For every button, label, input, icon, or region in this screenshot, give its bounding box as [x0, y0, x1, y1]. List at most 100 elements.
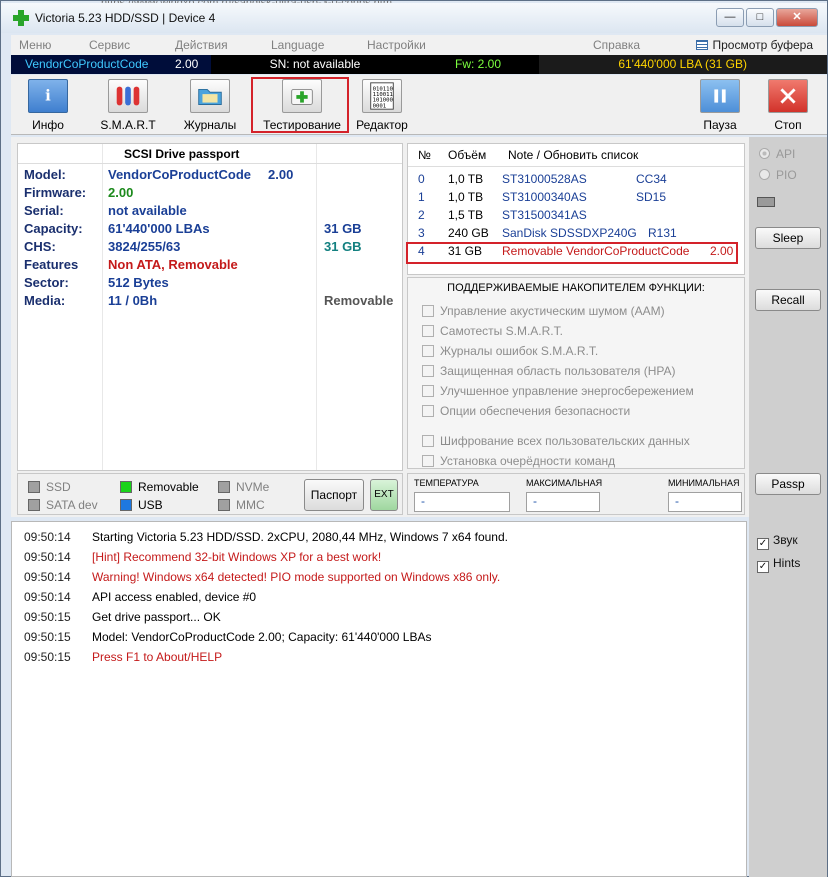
feature-checkbox[interactable]: Шифрование всех пользовательских данных	[422, 434, 690, 448]
feature-checkbox[interactable]: Самотесты S.M.A.R.T.	[422, 324, 563, 338]
checkmark-icon: ✓	[757, 561, 769, 573]
menu-actions[interactable]: Действия	[175, 38, 228, 52]
menu-help[interactable]: Справка	[593, 38, 640, 52]
log-message: Get drive passport... OK	[92, 610, 221, 624]
temp-min-value: -	[668, 492, 742, 512]
hints-checkbox[interactable]: ✓ Hints	[757, 556, 800, 573]
passport-row: Capacity: 61'440'000 LBAs 31 GB	[18, 220, 402, 238]
checkmark-icon: ✓	[757, 538, 769, 550]
ext-button[interactable]: EXT	[370, 479, 398, 511]
feature-label: Установка очерёдности команд	[440, 454, 616, 468]
stop-label: Стоп	[774, 118, 802, 132]
info-serial: SN: not available	[269, 57, 361, 71]
log-message: [Hint] Recommend 32-bit Windows XP for a…	[92, 550, 382, 564]
checkbox-box	[422, 365, 434, 377]
editor-button[interactable]: 010110 110011 101000 0001 Редактор	[345, 79, 419, 133]
log-message: API access enabled, device #0	[92, 590, 257, 604]
maximize-button[interactable]: □	[746, 8, 774, 27]
feature-label: Управление акустическим шумом (AAM)	[440, 304, 665, 318]
drives-header-size[interactable]: Объём	[448, 148, 486, 162]
smart-button[interactable]: S.M.A.R.T	[91, 79, 165, 133]
passport-button[interactable]: Паспорт	[304, 479, 364, 511]
pause-button[interactable]: Пауза	[683, 79, 757, 133]
info-button[interactable]: i Инфо	[11, 79, 85, 133]
temp-min-label: МИНИМАЛЬНАЯ	[668, 478, 740, 488]
menu-settings[interactable]: Настройки	[367, 38, 426, 52]
legend-removable: Removable	[120, 480, 199, 494]
drive-name: ST31000528AS	[502, 172, 587, 186]
log-time: 09:50:14	[24, 550, 71, 564]
list-icon	[696, 40, 709, 50]
log-time: 09:50:14	[24, 570, 71, 584]
passport-label: Media:	[24, 293, 66, 308]
drive-size: 1,0 TB	[448, 190, 484, 204]
checkbox-box	[422, 345, 434, 357]
feature-checkbox[interactable]: Установка очерёдности команд	[422, 454, 615, 468]
title-bar[interactable]: Victoria 5.23 HDD/SSD | Device 4 — □ ✕	[1, 3, 827, 33]
drive-name: ST31500341AS	[502, 208, 587, 222]
logs-label: Журналы	[183, 118, 237, 132]
feature-label: Самотесты S.M.A.R.T.	[440, 324, 563, 338]
drive-fw: CC34	[636, 172, 667, 186]
passport-label: Sector:	[24, 275, 69, 290]
drive-fw: SD15	[636, 190, 667, 204]
log-message: Starting Victoria 5.23 HDD/SSD. 2xCPU, 2…	[92, 530, 508, 544]
view-buffer-button[interactable]: Просмотр буфера	[696, 38, 813, 52]
passport-value: VendorCoProductCode	[108, 167, 252, 182]
passport-row: Model: VendorCoProductCode 2.00	[18, 166, 402, 184]
pio-radio[interactable]: PIO	[759, 168, 797, 182]
feature-checkbox[interactable]: Опции обеспечения безопасности	[422, 404, 630, 418]
stop-button[interactable]: Стоп	[751, 79, 825, 133]
legend-usb: USB	[120, 498, 163, 512]
legend-mmc: MMC	[218, 498, 265, 512]
log-time: 09:50:14	[24, 530, 71, 544]
feature-checkbox[interactable]: Улучшенное управление энергосбережением	[422, 384, 694, 398]
checkbox-box	[422, 385, 434, 397]
sound-checkbox[interactable]: ✓ Звук	[757, 533, 798, 550]
log-time: 09:50:14	[24, 590, 71, 604]
passport-label: Features	[24, 257, 79, 272]
sleep-button[interactable]: Sleep	[755, 227, 821, 249]
toolbar: i Инфо S.M.A.R.T Журналы Тестирование 01…	[11, 75, 827, 135]
binary-editor-icon: 010110 110011 101000 0001	[362, 79, 402, 113]
passp-button[interactable]: Passp	[755, 473, 821, 495]
passport-label: CHS:	[24, 239, 56, 254]
info-lba: 61'440'000 LBA (31 GB)	[539, 55, 827, 74]
log-message: Model: VendorCoProductCode 2.00; Capacit…	[92, 630, 432, 644]
feature-checkbox[interactable]: Журналы ошибок S.M.A.R.T.	[422, 344, 598, 358]
drive-row[interactable]: 3 240 GB SanDisk SDSSDXP240G R131	[408, 224, 744, 242]
passport-label: Model:	[24, 167, 66, 182]
event-log[interactable]: 09:50:14 Starting Victoria 5.23 HDD/SSD. …	[11, 521, 747, 877]
drive-row[interactable]: 4 31 GB Removable VendorCoProductCode 2.00	[408, 242, 744, 260]
legend-sata: SATA dev	[28, 498, 98, 512]
info-label: Инфо	[32, 118, 64, 132]
drive-row[interactable]: 1 1,0 TB ST31000340AS SD15	[408, 188, 744, 206]
logs-button[interactable]: Журналы	[173, 79, 247, 133]
minimize-button[interactable]: —	[716, 8, 744, 27]
drive-num: 3	[418, 226, 425, 240]
passport-label: Serial:	[24, 203, 64, 218]
drive-size: 1,5 TB	[448, 208, 484, 222]
menu-service[interactable]: Сервис	[89, 38, 130, 52]
features-title: ПОДДЕРЖИВАЕМЫЕ НАКОПИТЕЛЕМ ФУНКЦИИ:	[447, 282, 705, 294]
passport-row: CHS: 3824/255/63 31 GB	[18, 238, 402, 256]
feature-checkbox[interactable]: Управление акустическим шумом (AAM)	[422, 304, 665, 318]
passport-row: Firmware: 2.00	[18, 184, 402, 202]
info-icon: i	[28, 79, 68, 113]
api-radio[interactable]: API	[759, 147, 795, 161]
menu-language[interactable]: Language	[271, 38, 324, 52]
drive-row[interactable]: 2 1,5 TB ST31500341AS	[408, 206, 744, 224]
drives-header-note[interactable]: Note / Обновить список	[508, 148, 638, 162]
recall-button[interactable]: Recall	[755, 289, 821, 311]
menu-main[interactable]: Меню	[19, 38, 51, 52]
passport-extra: 2.00	[268, 167, 294, 182]
close-button[interactable]: ✕	[776, 8, 818, 27]
feature-checkbox[interactable]: Защищенная область пользователя (HPA)	[422, 364, 676, 378]
drive-row[interactable]: 0 1,0 TB ST31000528AS CC34	[408, 170, 744, 188]
smart-label: S.M.A.R.T	[100, 118, 156, 132]
log-time: 09:50:15	[24, 650, 71, 664]
victoria-window: https://www.windxp.com.ru/sandisk-ultra-…	[0, 0, 828, 877]
passport-title: SCSI Drive passport	[124, 147, 240, 161]
drive-name: Removable VendorCoProductCode	[502, 244, 690, 258]
temperature-panel: ТЕМПЕРАТУРА МАКСИМАЛЬНАЯ МИНИМАЛЬНАЯ - -…	[407, 473, 745, 515]
